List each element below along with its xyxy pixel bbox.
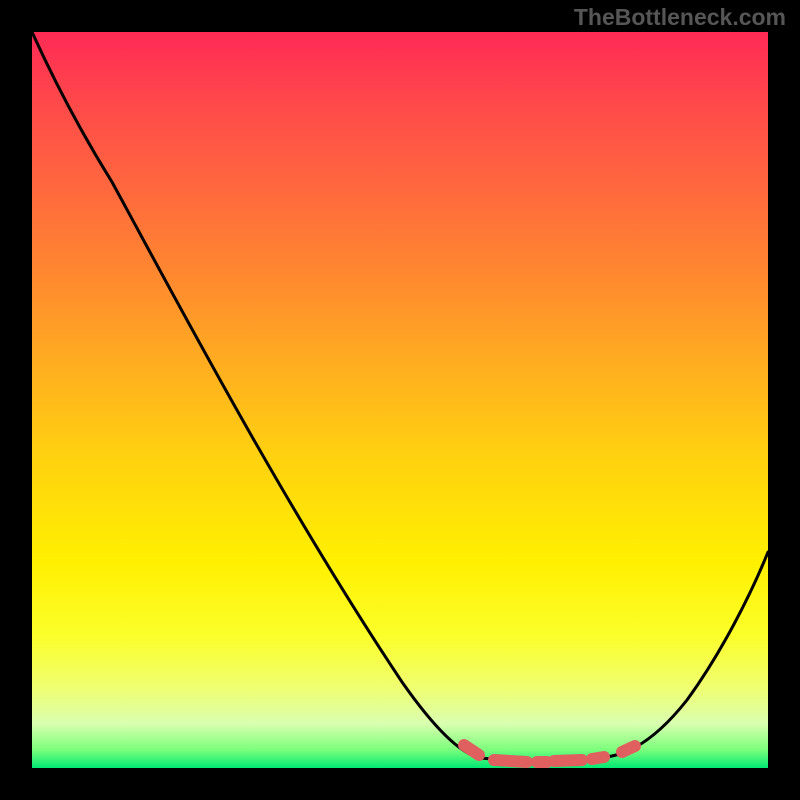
plot-area [32, 32, 768, 768]
hl-4 [554, 760, 582, 761]
attribution-text: TheBottleneck.com [574, 4, 786, 31]
hl-1 [464, 745, 479, 755]
hl-5 [592, 757, 604, 759]
bottleneck-curve [32, 32, 768, 768]
highlight-group [464, 745, 635, 762]
curve-path [32, 32, 768, 761]
hl-6 [622, 746, 635, 752]
chart-frame: TheBottleneck.com [0, 0, 800, 800]
hl-2 [494, 760, 527, 762]
